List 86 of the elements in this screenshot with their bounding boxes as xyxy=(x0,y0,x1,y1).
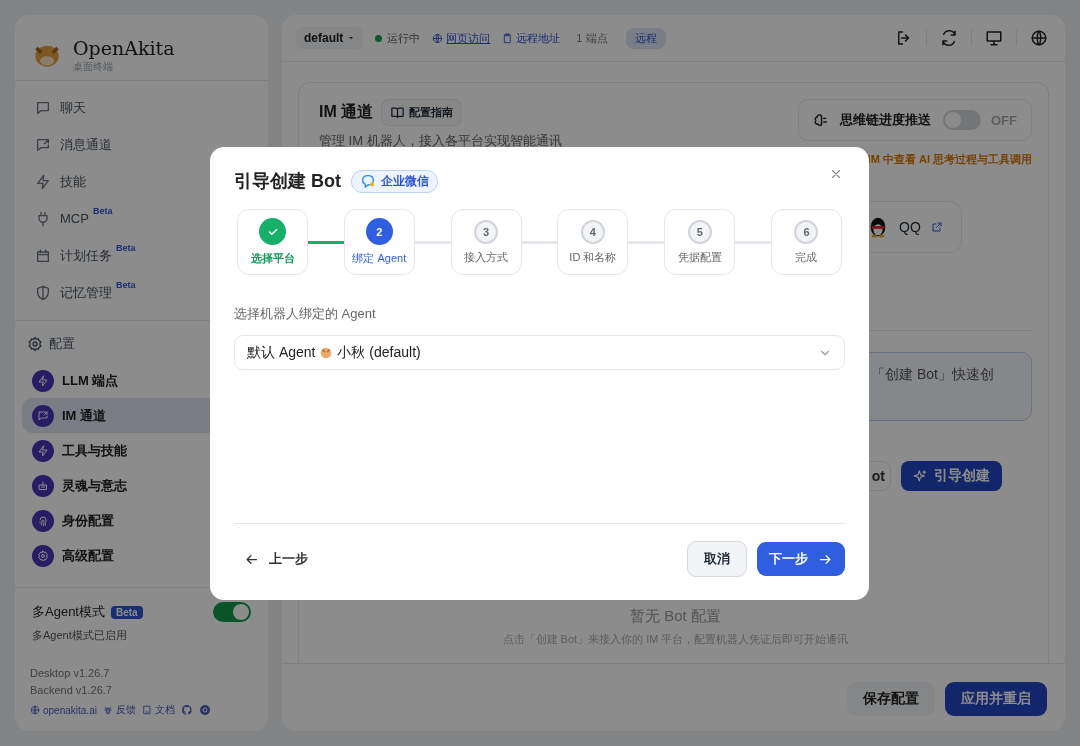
globe-icon xyxy=(30,705,40,715)
hint-text: IM 中查看 AI 思考过程与工具调用 xyxy=(867,152,1032,167)
chat-bubble-icon xyxy=(360,173,376,189)
settings-icon xyxy=(27,336,43,352)
save-button[interactable]: 保存配置 xyxy=(847,682,935,716)
remote-address-link[interactable]: 远程地址 xyxy=(502,30,561,46)
guide-button[interactable]: 配置指南 xyxy=(381,99,463,126)
step-label: ID 和名称 xyxy=(569,249,617,265)
step-label: 完成 xyxy=(795,249,818,265)
status-text: 运行中 xyxy=(387,30,421,46)
section-title: 配置 xyxy=(49,335,75,353)
step-number: 2 xyxy=(365,218,393,245)
globe-icon xyxy=(1030,29,1048,47)
globe-icon xyxy=(432,32,444,44)
cancel-button[interactable]: 取消 xyxy=(687,541,747,577)
web-access-link[interactable]: 网页访问 xyxy=(432,30,491,46)
lightning-icon xyxy=(32,439,54,462)
step-number: 4 xyxy=(580,219,605,244)
step-label: 选择平台 xyxy=(250,251,295,266)
footer-link[interactable]: openakita.ai xyxy=(30,704,97,716)
mode-badge: 远程 xyxy=(625,27,666,49)
monitor-icon xyxy=(985,29,1003,47)
version-text: Desktop v1.26.7 xyxy=(30,666,111,681)
message-share-icon xyxy=(35,136,51,153)
endpoint-count: 1 端点 xyxy=(576,30,608,46)
book-icon xyxy=(141,705,152,715)
brain-icon xyxy=(813,111,830,129)
info-text: 「创建 Bot」快速创 xyxy=(871,366,994,382)
agent-select[interactable]: 默认 Agent 小秋 (default) xyxy=(234,335,845,370)
next-button[interactable]: 下一步 xyxy=(757,542,845,576)
config-item[interactable]: 灵魂与意志 xyxy=(22,468,261,503)
version-text: Backend v1.26.7 xyxy=(30,683,113,698)
status-text: 多Agent模式已启用 xyxy=(32,628,128,643)
toggle-switch[interactable] xyxy=(213,602,251,622)
config-item[interactable]: 工具与技能 xyxy=(22,433,261,468)
message-share-icon xyxy=(32,404,54,427)
clipboard-icon xyxy=(502,32,514,44)
github-icon xyxy=(180,704,193,716)
beta-label: Beta xyxy=(116,243,136,253)
lightning-icon xyxy=(35,173,51,190)
beta-label: Beta xyxy=(116,280,136,290)
create-button[interactable]: 引导创建 xyxy=(901,461,1002,491)
beta-badge: Beta xyxy=(111,605,143,619)
beta-label: Beta xyxy=(92,206,113,216)
workspace-dropdown[interactable]: default xyxy=(296,27,364,49)
step-number: 5 xyxy=(687,219,712,244)
shield-icon xyxy=(35,284,51,301)
close-icon xyxy=(829,167,843,181)
platform-badge: 企业微信 xyxy=(351,169,438,193)
chat-icon xyxy=(35,99,51,116)
calendar-icon xyxy=(35,247,51,264)
nav-item[interactable]: 聊天 xyxy=(25,89,258,126)
nav-item[interactable]: MCP $^{Beta}$ xyxy=(25,200,258,237)
caret-icon xyxy=(347,34,356,42)
page-title: IM 通道 xyxy=(319,102,374,122)
external-link-icon xyxy=(930,221,943,233)
sparkle-icon xyxy=(913,468,928,484)
step-label: 接入方式 xyxy=(464,249,509,265)
plug-icon xyxy=(35,210,51,227)
robot-icon xyxy=(32,474,54,497)
fingerprint-icon xyxy=(32,509,54,532)
settings-icon xyxy=(32,544,54,567)
lightning-icon xyxy=(32,369,54,392)
step-label: 凭据配置 xyxy=(677,249,722,265)
step-label: 绑定 Agent xyxy=(352,251,407,266)
check-icon xyxy=(259,218,286,245)
nav-item[interactable]: 消息通道 xyxy=(25,126,258,163)
page-description: 管理 IM 机器人，接入各平台实现智能通讯 xyxy=(319,132,562,150)
setting-label: 思维链进度推送 xyxy=(840,111,931,129)
setting-label: 多Agent模式 xyxy=(32,603,105,621)
step-number: 3 xyxy=(474,219,499,244)
apply-restart-button[interactable]: 应用并重启 xyxy=(945,682,1047,716)
footer-link[interactable]: 文档 xyxy=(141,703,175,717)
app-name: OpenAkita xyxy=(73,35,175,60)
dialog-title: 引导创建 Bot xyxy=(234,170,341,193)
refresh-icon xyxy=(940,29,958,47)
close-button[interactable] xyxy=(829,167,843,181)
book-icon xyxy=(390,105,406,120)
bug-icon xyxy=(102,705,113,715)
field-label: 选择机器人绑定的 Agent xyxy=(234,305,377,323)
step-number: 6 xyxy=(794,219,819,244)
circle-logo-icon xyxy=(198,704,211,716)
footer-link[interactable]: 反馈 xyxy=(102,703,136,717)
agent-avatar-icon xyxy=(319,345,334,360)
toggle-switch[interactable] xyxy=(943,110,981,130)
config-item[interactable]: 身份配置 xyxy=(22,503,261,538)
